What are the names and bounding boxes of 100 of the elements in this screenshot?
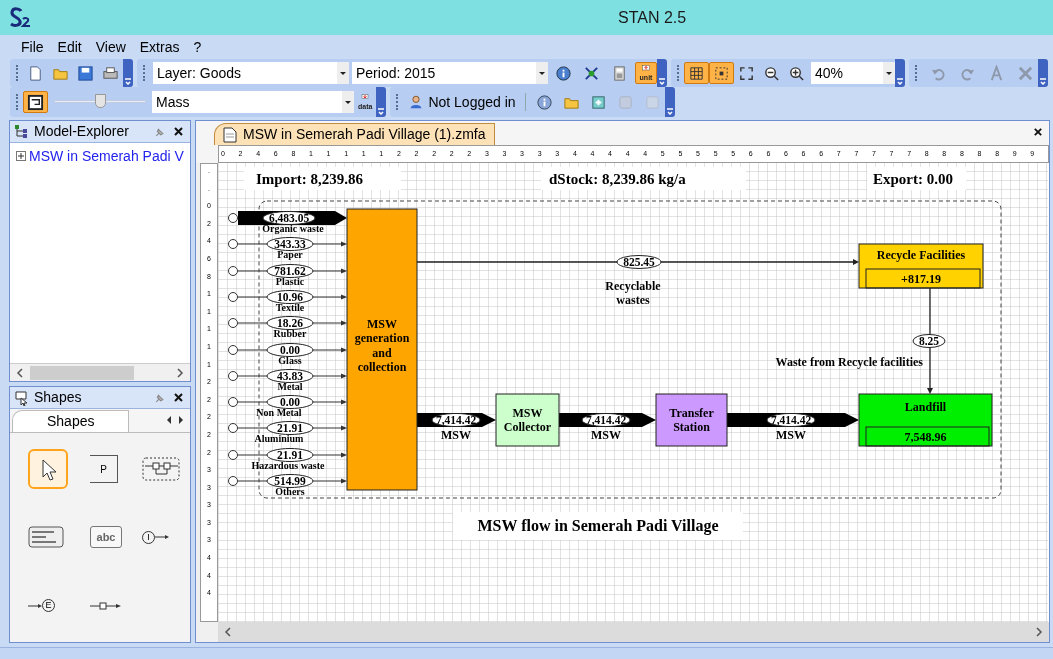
- pin-icon[interactable]: [153, 125, 165, 138]
- process-label: MSW generation and collection: [354, 317, 410, 374]
- flow-label: Paper: [277, 249, 303, 260]
- info-icon: [555, 64, 572, 82]
- toolbar-overflow-icon[interactable]: [658, 76, 666, 85]
- flow-value: 7,414.42: [581, 413, 631, 427]
- import-total: Import: 8,239.86: [244, 167, 401, 190]
- window-button[interactable]: [23, 91, 48, 113]
- import-node: [228, 239, 238, 249]
- slider-thumb[interactable]: [94, 94, 106, 108]
- toolbar-overflow-icon[interactable]: [896, 76, 904, 85]
- toolbar-overflow-icon[interactable]: [124, 76, 132, 85]
- flow-value: 7,414.42: [766, 413, 816, 427]
- info-icon: [535, 93, 553, 111]
- flow-value: 343.33: [266, 237, 314, 251]
- scroll-left-icon[interactable]: [14, 366, 26, 379]
- panel-title: Model-Explorer: [34, 122, 130, 141]
- scrollbar-thumb[interactable]: [30, 365, 134, 380]
- period-dropdown[interactable]: Period: 2015: [352, 62, 548, 84]
- stock-change-total: dStock: 8,239.86 kg/a: [541, 167, 746, 190]
- network-icon: [583, 64, 600, 82]
- process-label: Transfer Station: [669, 406, 714, 435]
- flow-value: 514.99: [266, 474, 314, 488]
- selection-button[interactable]: [709, 62, 734, 84]
- window-icon: [27, 93, 44, 111]
- zoom-dropdown[interactable]: 40%: [811, 62, 895, 84]
- flow-label: MSW: [591, 428, 621, 442]
- fit-icon: [738, 64, 755, 82]
- document-tab[interactable]: MSW in Semerah Padi Village (1).zmfa: [214, 123, 495, 145]
- process-tool[interactable]: P: [90, 455, 118, 483]
- flow-tool[interactable]: [90, 601, 122, 610]
- import-node: [228, 476, 238, 486]
- stock-value: 7,548.96: [865, 426, 990, 447]
- flow-label: Textile: [275, 302, 305, 313]
- menu-item[interactable]: Edit: [56, 36, 83, 58]
- close-icon[interactable]: [1033, 127, 1043, 137]
- toolbar-overflow-icon[interactable]: [665, 106, 674, 115]
- import-node: [228, 371, 238, 381]
- flow-value: 10.96: [266, 290, 314, 304]
- flow-value: 7,414.42: [431, 413, 481, 427]
- shapes-tab[interactable]: Shapes: [12, 410, 130, 432]
- grid-icon: [688, 64, 705, 82]
- document-icon: [223, 126, 237, 143]
- zoom-in-icon: [788, 64, 805, 82]
- flow-label: Glass: [278, 355, 302, 366]
- flow-value: 0.00: [266, 395, 314, 409]
- flow-label: Rubber: [273, 328, 307, 339]
- flow-label: Others: [275, 486, 305, 497]
- menu-item[interactable]: Extras: [138, 36, 181, 58]
- scroll-left-icon[interactable]: [222, 626, 234, 638]
- export-tool[interactable]: E: [28, 599, 55, 613]
- diagram-title: MSW flow in Semerah Padi Village: [453, 512, 743, 540]
- toolbar-overflow-icon[interactable]: [1039, 76, 1047, 85]
- shape-pointer-icon: [14, 389, 30, 406]
- grid-button[interactable]: [684, 62, 709, 84]
- close-icon[interactable]: [173, 126, 184, 137]
- import-node: [228, 318, 238, 328]
- import-tool[interactable]: I: [142, 530, 169, 544]
- flow-label: Metal: [277, 381, 303, 392]
- tree-item[interactable]: MSW in Semerah Padi V: [29, 146, 184, 167]
- flow-label: MSW: [776, 428, 806, 442]
- menu-item[interactable]: View: [94, 36, 127, 58]
- print-icon: [102, 64, 119, 82]
- save-icon: [77, 64, 94, 82]
- menu-item[interactable]: File: [20, 36, 45, 58]
- tab-scroll-icon[interactable]: [166, 416, 184, 424]
- scroll-right-icon[interactable]: [174, 366, 186, 379]
- selection-icon: [713, 64, 730, 82]
- toolbar-overflow-icon[interactable]: [377, 106, 386, 115]
- quantity-dropdown[interactable]: Mass: [152, 91, 354, 113]
- import-node: [228, 450, 238, 460]
- layer-dropdown[interactable]: Layer: Goods: [153, 62, 349, 84]
- text-tool[interactable]: abc: [90, 526, 122, 549]
- pin-icon[interactable]: [153, 391, 165, 404]
- export-total: Export: 0.00: [867, 167, 966, 190]
- process-label: MSW Collector: [503, 406, 552, 435]
- horizontal-scrollbar[interactable]: [10, 363, 190, 381]
- flow-value: 825.45: [616, 255, 662, 269]
- tree-icon: [14, 123, 30, 140]
- flow-value: 6,483.05: [262, 211, 316, 225]
- import-node: [228, 213, 238, 223]
- legend-block-icon: [28, 526, 64, 549]
- subsystem-icon: [142, 457, 180, 481]
- flow-label: Non Metal: [256, 407, 302, 418]
- panel-title: Shapes: [34, 388, 83, 407]
- process-label: Landfill: [904, 400, 947, 414]
- expand-icon[interactable]: [16, 151, 27, 162]
- import-node: [228, 397, 238, 407]
- close-icon[interactable]: [173, 392, 184, 403]
- flow-label: Hazardous waste: [251, 460, 325, 471]
- new-document-icon: [27, 64, 44, 82]
- scroll-right-icon[interactable]: [1033, 626, 1045, 638]
- flow-value: 781.62: [266, 264, 314, 278]
- import-node: [228, 266, 238, 276]
- subsystem-tool[interactable]: [142, 457, 180, 481]
- horizontal-scrollbar[interactable]: [218, 622, 1049, 642]
- menu-item[interactable]: ?: [192, 36, 203, 58]
- zoom-out-icon: [763, 64, 780, 82]
- pointer-tool[interactable]: [28, 449, 68, 489]
- legend-tool[interactable]: [28, 526, 64, 549]
